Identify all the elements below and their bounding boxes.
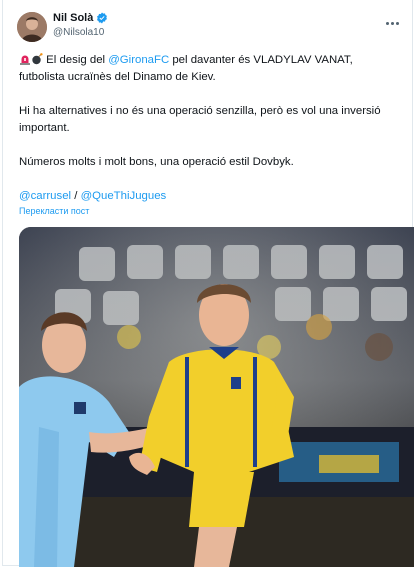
tweet-mentions: @carrusel / @QueThiJugues [19, 190, 167, 202]
translate-post-link[interactable]: Перекласти пост [19, 206, 89, 216]
tweet-card: Nil Solà @Nilsola10 El desig del @Girona… [2, 0, 414, 567]
author-name[interactable]: Nil Solà [53, 12, 93, 24]
avatar[interactable] [17, 12, 47, 42]
tweet-paragraph-3: Números molts i molt bons, una operació … [19, 156, 294, 168]
bomb-icon [32, 53, 43, 65]
author-row: Nil Solà [53, 12, 108, 24]
tweet-photo[interactable] [19, 227, 414, 567]
mention-girona[interactable]: @GironaFC [108, 54, 169, 66]
mention-carrusel[interactable]: @carrusel [19, 190, 71, 202]
tweet-text: El desig del @GironaFC pel davanter és V… [19, 52, 399, 205]
mention-quethijugues[interactable]: @QueThiJugues [81, 190, 167, 202]
author-handle[interactable]: @Nilsola10 [53, 27, 104, 38]
verified-badge-icon [97, 12, 108, 24]
siren-icon [20, 55, 30, 65]
tweet-paragraph-1: El desig del @GironaFC pel davanter és V… [19, 53, 353, 83]
more-options-icon[interactable] [386, 20, 400, 26]
tweet-paragraph-2: Hi ha alternatives i no és una operació … [19, 105, 381, 134]
